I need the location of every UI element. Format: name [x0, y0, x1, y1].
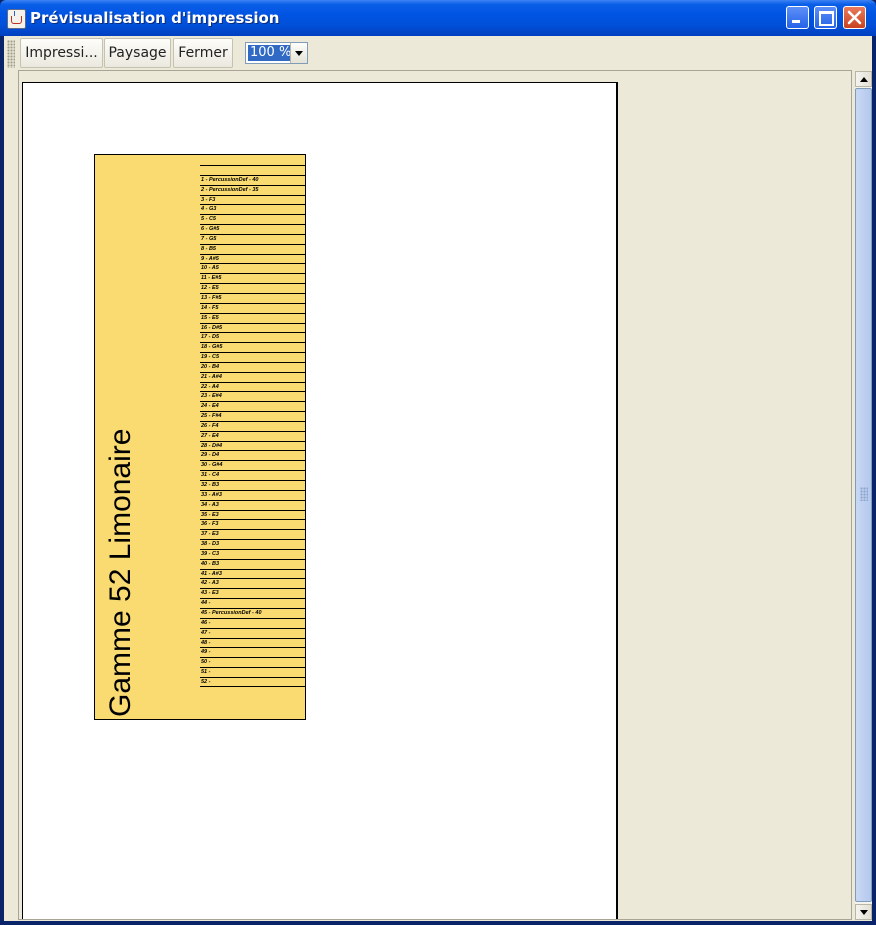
- zoom-value: 100 %: [248, 45, 294, 61]
- note-row: 38 - D3: [200, 539, 306, 549]
- note-row: 44 -: [200, 598, 306, 608]
- note-row: 40 - B3: [200, 558, 306, 569]
- note-row: 5 - C5: [200, 214, 306, 224]
- note-row: 22 - A4: [200, 381, 306, 392]
- note-row: 35 - E3: [200, 509, 306, 520]
- note-row: 21 - A#4: [200, 371, 306, 382]
- maximize-button[interactable]: [814, 6, 837, 29]
- note-row: 50 -: [200, 657, 306, 667]
- note-row: 19 - C5: [200, 352, 306, 362]
- note-row: 31 - C4: [200, 470, 306, 480]
- scrollbar-thumb[interactable]: [855, 88, 872, 902]
- note-row: 51 -: [200, 667, 306, 677]
- note-row: 2 - PercussionDef - 35: [200, 184, 306, 195]
- note-row: [200, 165, 306, 175]
- preview-scroll-pane[interactable]: Gamme 52 Limonaire 1 - PercussionDef - 4…: [18, 70, 852, 920]
- note-row: 46 -: [200, 617, 306, 628]
- note-row: 4 - G3: [200, 204, 306, 214]
- note-row: 43 - E3: [200, 588, 306, 598]
- note-row: 27 - E4: [200, 430, 306, 441]
- note-row: 8 - B5: [200, 243, 306, 254]
- note-row: 9 - A#5: [200, 253, 306, 264]
- note-row: 26 - F4: [200, 420, 306, 431]
- note-row: 17 - D5: [200, 332, 306, 342]
- note-row: 45 - PercussionDef - 40: [200, 607, 306, 618]
- toolbar-grip[interactable]: [7, 40, 15, 68]
- card-title: Gamme 52 Limonaire: [104, 428, 137, 717]
- note-row: 48 -: [200, 637, 306, 648]
- note-row: 11 - E#5: [200, 273, 306, 283]
- note-row: 42 - A3: [200, 578, 306, 588]
- note-row: 24 - E4: [200, 401, 306, 411]
- minimize-button[interactable]: [786, 6, 809, 29]
- toolbar: Impressi... Paysage Fermer 100 %: [4, 36, 872, 70]
- thumb-grip-icon: [860, 487, 868, 501]
- note-row: 13 - F#5: [200, 292, 306, 303]
- note-row: 49 -: [200, 647, 306, 657]
- chevron-down-icon[interactable]: [290, 43, 307, 63]
- note-row: 20 - B4: [200, 361, 306, 372]
- scroll-up-button[interactable]: [855, 71, 872, 87]
- note-row: 36 - F3: [200, 519, 306, 529]
- java-app-icon[interactable]: [7, 9, 26, 29]
- title-bar[interactable]: Prévisualisation d'impression: [0, 0, 876, 36]
- print-button[interactable]: Impressi...: [20, 38, 103, 68]
- note-row: 23 - E#4: [200, 391, 306, 401]
- window-client-area: Impressi... Paysage Fermer 100 % Gamme 5…: [4, 36, 872, 921]
- note-row: 16 - D#5: [200, 322, 306, 333]
- close-window-button[interactable]: [843, 6, 866, 29]
- note-row: 3 - F3: [200, 194, 306, 205]
- note-row: 29 - D4: [200, 450, 306, 460]
- note-row: 33 - A#3: [200, 489, 306, 500]
- print-preview-window: Prévisualisation d'impression Impressi..…: [0, 0, 876, 925]
- print-page: Gamme 52 Limonaire 1 - PercussionDef - 4…: [22, 82, 618, 919]
- landscape-button[interactable]: Paysage: [104, 38, 171, 68]
- window-title: Prévisualisation d'impression: [30, 9, 280, 27]
- note-row: 30 - G#4: [200, 460, 306, 470]
- note-row: 12 - E5: [200, 283, 306, 293]
- note-row: 15 - E5: [200, 312, 306, 323]
- close-button[interactable]: Fermer: [173, 38, 233, 68]
- note-row: 18 - G#5: [200, 342, 306, 352]
- vertical-scrollbar[interactable]: [855, 71, 872, 920]
- note-row: 25 - F#4: [200, 411, 306, 421]
- scale-card: Gamme 52 Limonaire 1 - PercussionDef - 4…: [94, 154, 306, 720]
- note-row: 7 - G5: [200, 233, 306, 244]
- note-row: 1 - PercussionDef - 40: [200, 174, 306, 185]
- note-row: 14 - F5: [200, 302, 306, 313]
- note-row: 32 - B3: [200, 480, 306, 490]
- note-row: 37 - E3: [200, 529, 306, 539]
- note-row: 52 -: [200, 676, 306, 687]
- close-icon: [847, 10, 862, 25]
- note-row: 6 - G#5: [200, 224, 306, 234]
- note-row: 10 - A5: [200, 263, 306, 273]
- note-list: 1 - PercussionDef - 40 2 - PercussionDef …: [200, 165, 306, 687]
- note-row: 34 - A3: [200, 499, 306, 510]
- zoom-select[interactable]: 100 %: [245, 42, 308, 64]
- scroll-down-button[interactable]: [855, 904, 872, 920]
- note-row: 47 -: [200, 627, 306, 638]
- note-row: 28 - D#4: [200, 440, 306, 451]
- note-row: 39 - C3: [200, 548, 306, 559]
- note-row: 41 - A#3: [200, 568, 306, 579]
